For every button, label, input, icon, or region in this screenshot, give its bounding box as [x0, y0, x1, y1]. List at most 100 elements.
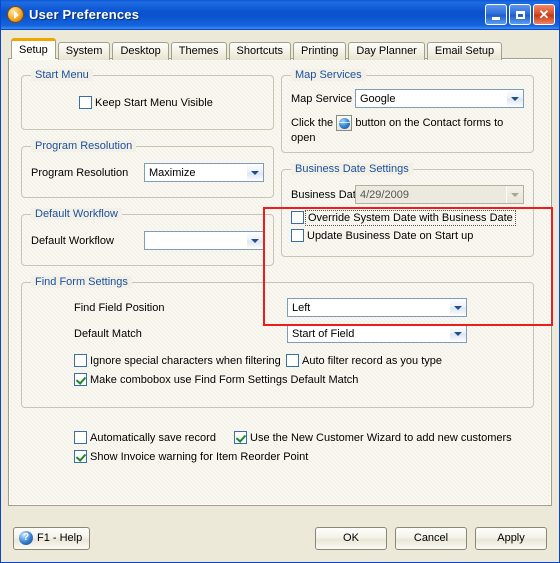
ignore-special-characters-checkbox[interactable]: Ignore special characters when filtering [74, 354, 281, 367]
title-bar[interactable]: User Preferences ✕ [1, 0, 559, 30]
tab-themes[interactable]: Themes [170, 42, 227, 60]
window-controls: ✕ [485, 4, 557, 25]
map-services-group: Map Services Map Service Google Click th… [281, 69, 534, 153]
ok-button[interactable]: OK [315, 526, 387, 550]
checkbox-box [234, 431, 247, 444]
checkbox-box [286, 354, 299, 367]
maximize-button[interactable] [509, 4, 531, 25]
chevron-down-icon[interactable] [449, 299, 466, 316]
question-mark-icon: ? [19, 531, 33, 545]
map-service-combobox[interactable]: Google [355, 89, 524, 108]
apply-button[interactable]: Apply [475, 526, 547, 550]
map-services-legend: Map Services [291, 69, 366, 81]
checkbox-label: Override System Date with Business Date [305, 209, 516, 226]
hint-text-before: Click the [291, 116, 334, 129]
app-play-circle-icon [7, 6, 24, 23]
apply-button-label: Apply [497, 532, 525, 544]
find-form-legend: Find Form Settings [31, 276, 132, 288]
program-resolution-combobox[interactable]: Maximize [144, 163, 264, 182]
find-form-settings-group: Find Form Settings Find Field Position L… [21, 276, 534, 408]
checkbox-label: Automatically save record [90, 431, 216, 444]
default-workflow-group: Default Workflow Default Workflow [21, 208, 274, 266]
chevron-down-icon[interactable] [449, 325, 466, 342]
tab-email-setup[interactable]: Email Setup [426, 42, 503, 60]
default-workflow-label: Default Workflow [31, 235, 114, 247]
default-workflow-combobox[interactable] [144, 231, 264, 250]
dialog-client-area: Setup System Desktop Themes Shortcuts Pr… [1, 30, 559, 562]
checkbox-box [79, 96, 92, 109]
program-resolution-legend: Program Resolution [31, 140, 137, 152]
map-services-hint: Click the button on the Contact forms to… [291, 115, 527, 146]
globe-icon[interactable] [336, 115, 353, 131]
map-service-label: Map Service [291, 93, 353, 105]
tab-setup[interactable]: Setup [11, 38, 56, 59]
tab-shortcuts[interactable]: Shortcuts [228, 42, 292, 60]
new-customer-wizard-checkbox[interactable]: Use the New Customer Wizard to add new c… [234, 431, 512, 444]
business-date-settings-group: Business Date Settings Business Date 4/2… [281, 163, 534, 257]
checkbox-box [74, 373, 87, 386]
default-workflow-legend: Default Workflow [31, 208, 122, 220]
tab-label: Day Planner [356, 45, 417, 57]
minimize-button[interactable] [485, 4, 507, 25]
auto-filter-record-checkbox[interactable]: Auto filter record as you type [286, 354, 442, 367]
checkbox-label: Update Business Date on Start up [307, 229, 474, 242]
start-menu-group: Start Menu Keep Start Menu Visible [21, 69, 274, 130]
checkbox-label: Keep Start Menu Visible [95, 96, 213, 109]
tab-desktop[interactable]: Desktop [112, 42, 169, 60]
combobox-value: Google [360, 92, 396, 105]
chevron-down-icon[interactable] [246, 164, 263, 181]
business-date-legend: Business Date Settings [291, 163, 413, 175]
checkbox-label: Auto filter record as you type [302, 354, 443, 367]
chevron-down-icon [506, 186, 523, 203]
tab-printing[interactable]: Printing [293, 42, 347, 60]
tab-label: Setup [19, 44, 48, 56]
find-field-position-combobox[interactable]: Left [287, 298, 467, 317]
default-match-label: Default Match [74, 328, 142, 340]
close-button[interactable]: ✕ [533, 4, 555, 25]
checkbox-label: Make combobox use Find Form Settings Def… [90, 373, 359, 386]
tab-day-planner[interactable]: Day Planner [348, 42, 425, 60]
tab-label: Shortcuts [236, 45, 284, 57]
checkbox-label: Ignore special characters when filtering [90, 354, 281, 367]
program-resolution-label: Program Resolution [31, 167, 129, 179]
combobox-value: 4/29/2009 [360, 188, 409, 201]
checkbox-box [74, 431, 87, 444]
chevron-down-icon[interactable] [506, 90, 523, 107]
find-field-position-label: Find Field Position [74, 302, 165, 314]
keep-start-menu-visible-checkbox[interactable]: Keep Start Menu Visible [79, 96, 213, 109]
ok-button-label: OK [343, 532, 359, 544]
checkbox-box [291, 229, 304, 242]
combobox-value: Start of Field [292, 327, 355, 340]
automatically-save-record-checkbox[interactable]: Automatically save record [74, 431, 216, 444]
checkbox-box [291, 211, 304, 224]
invoice-warning-checkbox[interactable]: Show Invoice warning for Item Reorder Po… [74, 450, 308, 463]
combobox-value: Left [292, 301, 311, 314]
default-match-combobox[interactable]: Start of Field [287, 324, 467, 343]
business-date-combobox: 4/29/2009 [355, 185, 524, 204]
tab-strip: Setup System Desktop Themes Shortcuts Pr… [8, 38, 552, 60]
tab-label: Printing [301, 45, 339, 57]
tab-system[interactable]: System [57, 42, 111, 60]
chevron-down-icon[interactable] [246, 232, 263, 249]
tab-label: Desktop [120, 45, 161, 57]
business-date-label: Business Date [291, 189, 362, 201]
tab-label: System [65, 45, 103, 57]
checkbox-box [74, 354, 87, 367]
help-button-label: F1 - Help [37, 532, 83, 544]
window-title: User Preferences [29, 7, 140, 22]
checkbox-label: Show Invoice warning for Item Reorder Po… [90, 450, 309, 463]
combobox-default-match-checkbox[interactable]: Make combobox use Find Form Settings Def… [74, 373, 358, 386]
tab-label: Email Setup [434, 45, 495, 57]
override-system-date-checkbox[interactable]: Override System Date with Business Date [291, 209, 516, 226]
dialog-button-bar: ? F1 - Help OK Cancel Apply [1, 514, 559, 562]
help-button[interactable]: ? F1 - Help [13, 526, 91, 550]
checkbox-box [74, 450, 87, 463]
dialog-action-buttons: OK Cancel Apply [315, 526, 547, 550]
program-resolution-group: Program Resolution Program Resolution Ma… [21, 140, 274, 198]
user-preferences-dialog: User Preferences ✕ Setup System Desktop … [0, 0, 560, 563]
cancel-button-label: Cancel [413, 532, 449, 544]
combobox-value: Maximize [149, 166, 196, 179]
update-business-date-startup-checkbox[interactable]: Update Business Date on Start up [291, 229, 473, 242]
setup-tab-panel: Start Menu Keep Start Menu Visible Progr… [8, 58, 552, 506]
cancel-button[interactable]: Cancel [395, 526, 467, 550]
